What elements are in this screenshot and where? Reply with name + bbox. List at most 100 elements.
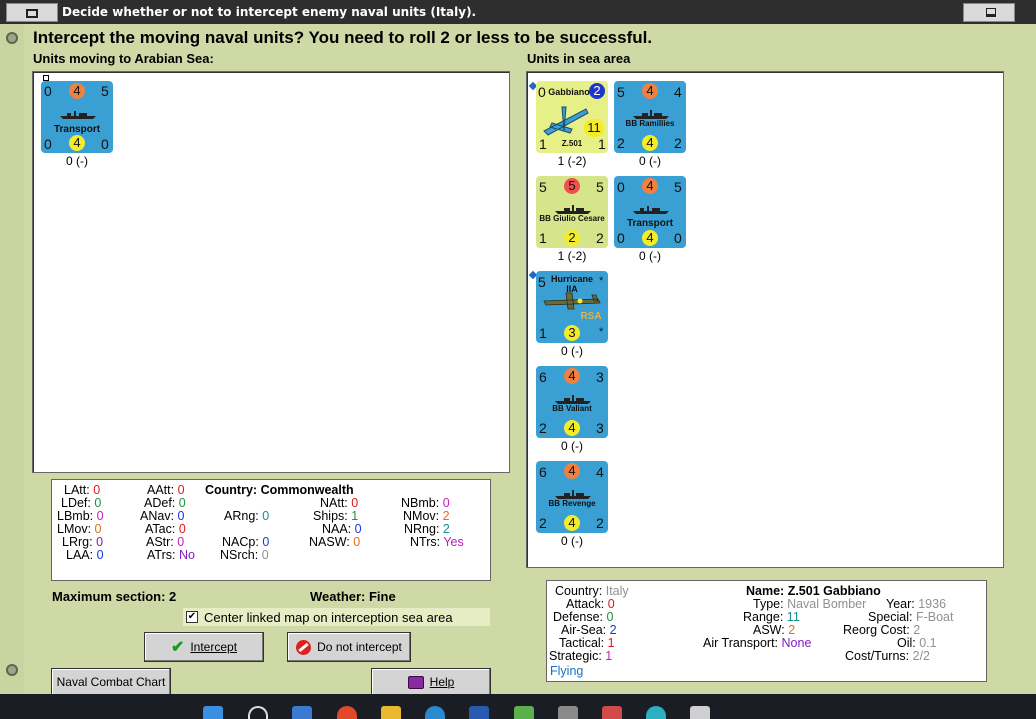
- counter-status: 0 (-): [639, 249, 661, 263]
- border-knob-top: [6, 32, 18, 44]
- max-section: Maximum section: 2: [52, 589, 177, 604]
- detail-flying: Flying: [550, 664, 584, 678]
- calculator-icon[interactable]: [558, 706, 578, 719]
- detail-airsea: Air-Sea: 2: [561, 623, 617, 637]
- browser-icon[interactable]: [646, 706, 666, 719]
- counter-status: 0 (-): [66, 154, 88, 168]
- counter-tag: RSA: [580, 311, 602, 322]
- no-entry-icon: [296, 639, 312, 655]
- counter-value: 2: [617, 135, 625, 151]
- unit-counter-hurricane[interactable]: 5 Hurricane IIA * RSA 1 3 *: [536, 271, 608, 343]
- do-not-intercept-button[interactable]: Do not intercept: [287, 632, 411, 662]
- unit-stats-panel: LAtt: 0 LDef: 0 LBmb: 0 LMov: 0 LRrg: 0 …: [51, 479, 491, 581]
- counter-defense-circle: 3: [564, 325, 580, 341]
- battleship-icon: [633, 110, 669, 119]
- folder-icon[interactable]: [381, 706, 401, 719]
- app-icon[interactable]: [292, 706, 312, 719]
- counter-value: 2: [539, 515, 547, 531]
- counter-value: 4: [596, 464, 604, 480]
- center-map-label: Center linked map on interception sea ar…: [204, 610, 453, 625]
- transport-ship-icon: [60, 111, 96, 119]
- counter-status: 1 (-2): [557, 154, 587, 168]
- help-button[interactable]: Help: [371, 668, 491, 696]
- stat-nmov: NMov: 2: [403, 509, 450, 523]
- counter-value: 5: [596, 179, 604, 195]
- unit-counter-bb-valiant[interactable]: 6 4 3 BB Valiant 2 4 3: [536, 366, 608, 438]
- stat-latt: LAtt: 0: [64, 483, 101, 497]
- counter-value: 0: [44, 83, 52, 99]
- counter-status: 0 (-): [639, 154, 661, 168]
- book-icon: [407, 675, 424, 689]
- counter-attack-circle: 4: [564, 368, 580, 384]
- detail-strategic: Strategic: 1: [549, 649, 613, 663]
- search-icon[interactable]: [248, 706, 268, 719]
- intercept-button[interactable]: ✔ Intercept: [144, 632, 264, 662]
- sea-units-panel: 0 Gabbiano 2 11 1 Z.501 1 1 (-2) 5 4 4 B…: [526, 71, 1004, 568]
- stat-lmov: LMov: 0: [57, 522, 102, 536]
- minimize-icon: [986, 8, 996, 17]
- transport-ship-icon: [633, 206, 669, 214]
- counter-value: 0: [617, 179, 625, 195]
- battleship-icon: [555, 205, 591, 214]
- word-icon[interactable]: [469, 706, 489, 719]
- app-icon[interactable]: [690, 706, 710, 719]
- unit-counter-bb-ramillies[interactable]: 5 4 4 BB Ramillies 2 4 2: [614, 81, 686, 153]
- stat-arng: ARng: 0: [224, 509, 270, 523]
- detail-cost: Cost/Turns: 2/2: [845, 649, 931, 663]
- stat-aatt: AAtt: 0: [147, 483, 185, 497]
- detail-type: Type: Naval Bomber: [753, 597, 867, 611]
- stat-ldef: LDef: 0: [61, 496, 102, 510]
- browser-icon[interactable]: [337, 706, 357, 719]
- counter-value: 1: [539, 230, 547, 246]
- counter-value: *: [599, 275, 604, 287]
- unit-counter-transport[interactable]: 0 4 5 Transport 0 4 0: [41, 81, 113, 153]
- stat-laa: LAA: 0: [66, 548, 104, 562]
- game-icon[interactable]: [602, 706, 622, 719]
- counter-value: 6: [539, 464, 547, 480]
- counter-value: 1: [598, 136, 606, 152]
- unit-counter-transport[interactable]: 0 4 5 Transport 0 4 0: [614, 176, 686, 248]
- unit-counter-bb-revenge[interactable]: 6 4 4 BB Revenge 2 4 2: [536, 461, 608, 533]
- counter-defense-circle: 4: [564, 515, 580, 531]
- counter-attack-circle: 4: [564, 463, 580, 479]
- counter-name: BB Revenge: [548, 499, 596, 508]
- moving-units-label: Units moving to Arabian Sea:: [33, 51, 214, 66]
- intercept-label: Intercept: [190, 640, 238, 654]
- stat-nasw: NASW: 0: [309, 535, 361, 549]
- stat-astr: AStr: 0: [146, 535, 185, 549]
- detail-tactical: Tactical: 1: [559, 636, 615, 650]
- stat-ships: Ships: 1: [313, 509, 359, 523]
- unit-counter-bb-giulio-cesare[interactable]: 5 5 5 BB Giulio Cesare 1 2 2: [536, 176, 608, 248]
- counter-value: 2: [596, 230, 604, 246]
- center-map-option[interactable]: ✔ Center linked map on interception sea …: [183, 608, 490, 626]
- checkmark-icon: ✔: [170, 639, 185, 656]
- stat-country: Country: Commonwealth: [205, 483, 354, 497]
- counter-defense-circle: 4: [564, 420, 580, 436]
- detail-country: Country: Italy: [555, 584, 629, 598]
- stat-naa: NAA: 0: [322, 522, 362, 536]
- counter-name: Transport: [626, 218, 674, 229]
- counter-value: 5: [617, 84, 625, 100]
- left-border: [0, 24, 24, 694]
- counter-value: 5: [101, 83, 109, 99]
- do-not-intercept-label: Do not intercept: [317, 640, 402, 654]
- unit-counter-gabbiano[interactable]: 0 Gabbiano 2 11 1 Z.501 1: [536, 81, 608, 153]
- counter-range-circle: 11: [584, 119, 604, 137]
- help-app-icon[interactable]: [425, 706, 445, 719]
- counter-value: 0: [101, 136, 109, 152]
- counter-value: 6: [539, 369, 547, 385]
- start-icon[interactable]: [203, 706, 223, 719]
- counter-value: 5: [539, 179, 547, 195]
- restore-button[interactable]: [6, 3, 58, 22]
- counter-attack-circle: 4: [69, 83, 85, 99]
- border-knob-bottom: [6, 664, 18, 676]
- app-icon[interactable]: [514, 706, 534, 719]
- naval-combat-chart-button[interactable]: Naval Combat Chart: [51, 668, 171, 696]
- center-map-checkbox[interactable]: ✔: [186, 611, 198, 623]
- minimize-button[interactable]: [963, 3, 1015, 22]
- counter-name: BB Giulio Cesare: [539, 214, 605, 223]
- counter-status: 0 (-): [561, 439, 583, 453]
- unit-detail-panel: Country: Italy Attack: 0 Defense: 0 Air-…: [546, 580, 987, 682]
- stat-ntrs: NTrs: Yes: [410, 535, 464, 549]
- counter-name: BB Ramillies: [625, 119, 675, 128]
